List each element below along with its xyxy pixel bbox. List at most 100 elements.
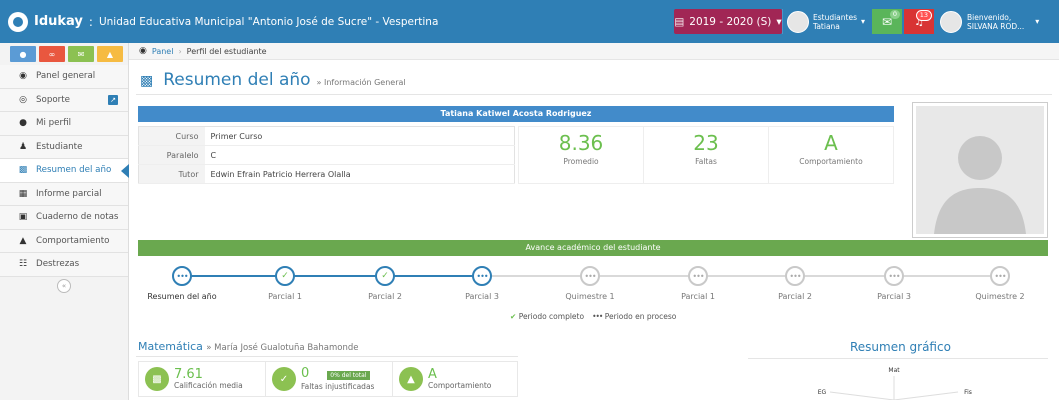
sidebar-item-resumen-del-ano[interactable]: ▩ Resumen del año bbox=[0, 159, 129, 183]
check-icon: ✓ bbox=[281, 271, 289, 281]
divider bbox=[748, 358, 1048, 359]
chart-title: Resumen gráfico bbox=[850, 340, 951, 354]
card-calificacion: ▩ 7.61 Calificación media bbox=[139, 362, 266, 396]
progress-step-parcial-1[interactable]: ✓ bbox=[275, 266, 295, 286]
subject-header: Matemática » María José Gualotuña Bahamo… bbox=[138, 340, 358, 353]
dots-icon: ••• bbox=[888, 271, 900, 281]
table-row: Tutor Edwin Efrain Patricio Herrera Olal… bbox=[138, 164, 515, 184]
user-menu[interactable]: Bienvenido, SILVANA ROD... ▾ bbox=[936, 9, 1056, 34]
progress-step-resumen[interactable]: ••• bbox=[172, 266, 192, 286]
student-name-bar: Tatiana Katiwel Acosta Rodriguez bbox=[138, 106, 894, 122]
subject-name[interactable]: Matemática bbox=[138, 340, 203, 353]
radar-axis bbox=[893, 391, 959, 400]
sidebar-item-destrezas[interactable]: ☷ Destrezas bbox=[0, 253, 128, 277]
card-value: 7.61 bbox=[174, 367, 203, 382]
sidebar-item-label: Panel general bbox=[36, 71, 96, 82]
legend-complete: Periodo completo bbox=[518, 312, 585, 321]
sidebar-item-label: Informe parcial bbox=[36, 188, 102, 199]
child-icon: ♟ bbox=[18, 141, 28, 152]
sitemap-icon: ☷ bbox=[18, 259, 28, 270]
logo-icon[interactable] bbox=[8, 11, 28, 32]
sidebar-item-estudiante[interactable]: ♟ Estudiante bbox=[0, 135, 128, 159]
brand-name[interactable]: Idukay bbox=[34, 14, 83, 29]
sidebar-item-mi-perfil[interactable]: ● Mi perfil bbox=[0, 112, 128, 136]
radar-axis bbox=[829, 391, 895, 400]
progress-step-quimestre-2[interactable]: ••• bbox=[990, 266, 1010, 286]
stat-value: 8.36 bbox=[558, 131, 604, 155]
progress-step-label: Parcial 3 bbox=[877, 292, 911, 301]
radar-axis-label: Mat bbox=[888, 367, 900, 374]
table-row: Curso Primer Curso bbox=[138, 126, 515, 146]
card-faltas: ✓ 0 0% del total Faltas injustificadas bbox=[266, 362, 393, 396]
student-info-table: Curso Primer Curso Paralelo C Tutor Edwi… bbox=[138, 126, 515, 184]
sidebar-item-panel-general[interactable]: ◉ Panel general bbox=[0, 65, 128, 89]
external-link-icon: ↗ bbox=[108, 94, 118, 105]
lifebuoy-icon: ◎ bbox=[19, 94, 27, 105]
radar-axis-label: Fis bbox=[964, 389, 972, 396]
sidebar: ● ∞ ✉ ▲ ◉ Panel general ◎ Soporte ↗ ● Mi… bbox=[0, 43, 129, 400]
radar-chart: Mat Fis EG bbox=[818, 367, 972, 400]
bar-chart-icon: ▩ bbox=[140, 73, 154, 89]
radar-axis-label: EG bbox=[818, 389, 827, 396]
mail-icon[interactable]: ✉ bbox=[68, 46, 94, 62]
sidebar-item-label: Resumen del año bbox=[36, 165, 112, 176]
card-comportamiento: ▲ A Comportamiento bbox=[393, 362, 517, 396]
user-icon: ● bbox=[19, 118, 27, 129]
progress-step-parcial-2b[interactable]: ••• bbox=[785, 266, 805, 286]
user-icon[interactable]: ● bbox=[10, 46, 36, 62]
sidebar-item-informe-parcial[interactable]: ▦ Informe parcial bbox=[0, 182, 128, 206]
stat-label: Promedio bbox=[563, 157, 599, 166]
dots-icon: ••• bbox=[789, 271, 801, 281]
card-label: Comportamiento bbox=[428, 381, 492, 390]
dashboard-icon: ◉ bbox=[139, 46, 147, 56]
progress-step-parcial-1b[interactable]: ••• bbox=[688, 266, 708, 286]
info-key: Curso bbox=[138, 126, 205, 146]
progress-step-label: Parcial 1 bbox=[681, 292, 715, 301]
school-name: Unidad Educativa Municipal "Antonio José… bbox=[98, 15, 439, 28]
sidebar-item-soporte[interactable]: ◎ Soporte ↗ bbox=[0, 88, 128, 112]
progress-step-parcial-2[interactable]: ✓ bbox=[375, 266, 395, 286]
top-navbar: Idukay : Unidad Educativa Municipal "Ant… bbox=[0, 0, 1059, 43]
role-label: Estudiantes bbox=[813, 12, 857, 22]
progress-step-label: Parcial 2 bbox=[368, 292, 402, 301]
card-value: 0 bbox=[301, 366, 310, 381]
student-selector[interactable]: Estudiantes Tatiana ▾ bbox=[782, 9, 868, 34]
info-value: Edwin Efrain Patricio Herrera Olalla bbox=[204, 164, 515, 184]
progress-step-parcial-3b[interactable]: ••• bbox=[884, 266, 904, 286]
breadcrumb-home-link[interactable]: Panel bbox=[152, 47, 174, 56]
check-icon: ✓ bbox=[272, 367, 296, 391]
sidebar-collapse-toggle[interactable]: « bbox=[0, 277, 128, 295]
dots-icon: ••• bbox=[592, 312, 603, 321]
brand-separator: : bbox=[88, 14, 93, 29]
progress-step-label: Resumen del año bbox=[147, 292, 217, 301]
card-label: Faltas injustificadas bbox=[301, 382, 375, 391]
check-icon: ✓ bbox=[381, 271, 389, 281]
caret-down-icon: ▾ bbox=[1035, 17, 1040, 26]
dashboard-icon: ◉ bbox=[19, 71, 27, 82]
percent-badge: 0% del total bbox=[327, 371, 370, 380]
info-value: Primer Curso bbox=[204, 126, 515, 146]
sidebar-item-comportamiento[interactable]: ▲ Comportamiento bbox=[0, 229, 128, 253]
share-icon[interactable]: ∞ bbox=[39, 46, 65, 62]
subject-teacher: » María José Gualotuña Bahamonde bbox=[206, 343, 359, 353]
student-avatar bbox=[787, 10, 809, 33]
period-label: 2019 - 2020 (S) bbox=[689, 15, 772, 28]
progress-step-parcial-3[interactable]: ••• bbox=[472, 266, 492, 286]
breadcrumb-current: Perfil del estudiante bbox=[186, 46, 267, 56]
chevron-left-icon: « bbox=[57, 278, 71, 293]
sidebar-shortcuts: ● ∞ ✉ ▲ bbox=[0, 43, 128, 65]
page-title: Resumen del año bbox=[163, 70, 311, 90]
progress-step-quimestre-1[interactable]: ••• bbox=[580, 266, 600, 286]
sidebar-item-cuaderno-de-notas[interactable]: ▣ Cuaderno de notas bbox=[0, 206, 128, 230]
info-key: Paralelo bbox=[138, 145, 205, 165]
calendar-icon: ▤ bbox=[674, 15, 685, 28]
progress-legend: ✔ Periodo completo ••• Periodo en proces… bbox=[510, 312, 676, 321]
card-label: Calificación media bbox=[174, 381, 243, 390]
messages-button[interactable]: ✉ 0 bbox=[872, 9, 902, 34]
period-selector[interactable]: ▤ 2019 - 2020 (S) ▾ bbox=[674, 9, 782, 34]
progress-step-label: Parcial 2 bbox=[778, 292, 812, 301]
user-avatar bbox=[940, 10, 962, 33]
bank-icon[interactable]: ▲ bbox=[97, 46, 123, 62]
notifications-button[interactable]: ♫ 13 bbox=[904, 9, 934, 34]
student-stats: 8.36 Promedio 23 Faltas A Comportamiento bbox=[518, 126, 894, 184]
